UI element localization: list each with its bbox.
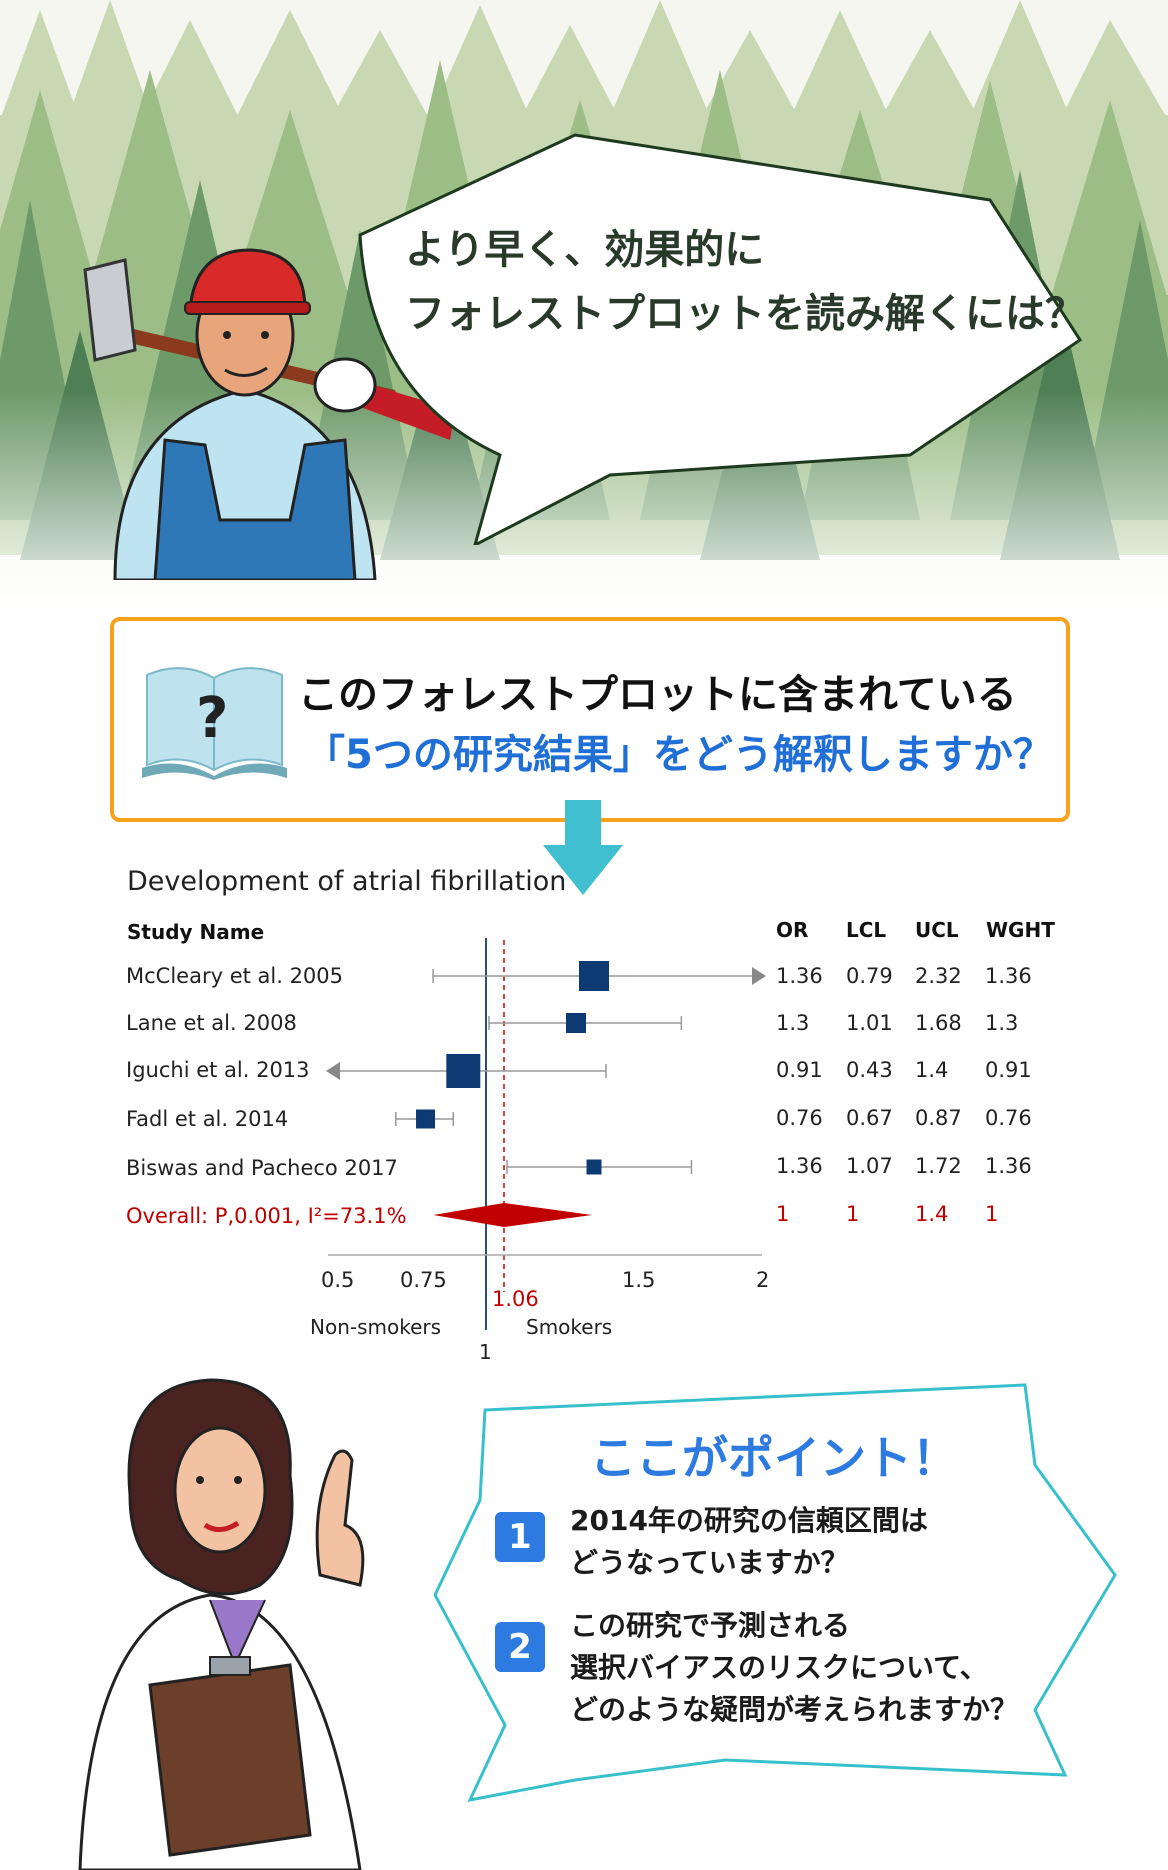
point-2-line: 選択バイアスのリスクについて、: [570, 1651, 988, 1684]
point-1-text: 2014年の研究の信頼区間は どうなっていますか？: [570, 1500, 928, 1584]
ci-arrow-left: [326, 1062, 340, 1080]
point-1-line: 2014年の研究の信頼区間は: [570, 1504, 928, 1537]
question-line1: このフォレストプロットに含まれている: [298, 672, 1017, 718]
x-tick-label: 0.75: [400, 1268, 447, 1292]
points-title: ここがポイント！: [590, 1431, 958, 1485]
headline-line1: より早く、効果的に: [405, 227, 765, 273]
headline-line2: フォレストプロットを読み解くには？: [405, 291, 1085, 337]
study-point-square: [579, 961, 609, 991]
point-number-badge: 2: [495, 1622, 545, 1672]
question-line2: 「5つの研究結果」をどう解釈しますか？: [305, 732, 1053, 778]
study-point-square: [446, 1054, 481, 1088]
page-headline: より早く、効果的に フォレストプロットを読み解くには？: [405, 218, 1085, 346]
point-2-line: この研究で予測される: [570, 1609, 851, 1642]
x-tick-label: 0.5: [321, 1268, 355, 1292]
doctor-illustration: [78, 1378, 365, 1870]
forest-plot-area: [326, 938, 766, 1330]
pooled-estimate-label: 1.06: [492, 1287, 539, 1311]
x-tick-label: 1.5: [622, 1268, 656, 1292]
study-point-square: [416, 1109, 436, 1129]
ci-arrow-right: [752, 967, 766, 985]
study-point-square: [586, 1159, 602, 1175]
pooled-diamond: [433, 1203, 592, 1227]
book-question-mark: ?: [196, 686, 229, 751]
study-point-square: [566, 1013, 586, 1033]
right-side-label: Smokers: [526, 1315, 613, 1339]
left-side-label: Non-smokers: [310, 1315, 442, 1339]
point-number-badge: 1: [495, 1512, 545, 1562]
point-2-line: どのような疑問が考えられますか？: [570, 1693, 1019, 1726]
point-1-line: どうなっていますか？: [570, 1546, 849, 1579]
point-2-text: この研究で予測される 選択バイアスのリスクについて、 どのような疑問が考えられま…: [570, 1605, 1018, 1731]
x-tick-label: 2: [756, 1268, 770, 1292]
reference-line-label: 1: [479, 1340, 492, 1364]
